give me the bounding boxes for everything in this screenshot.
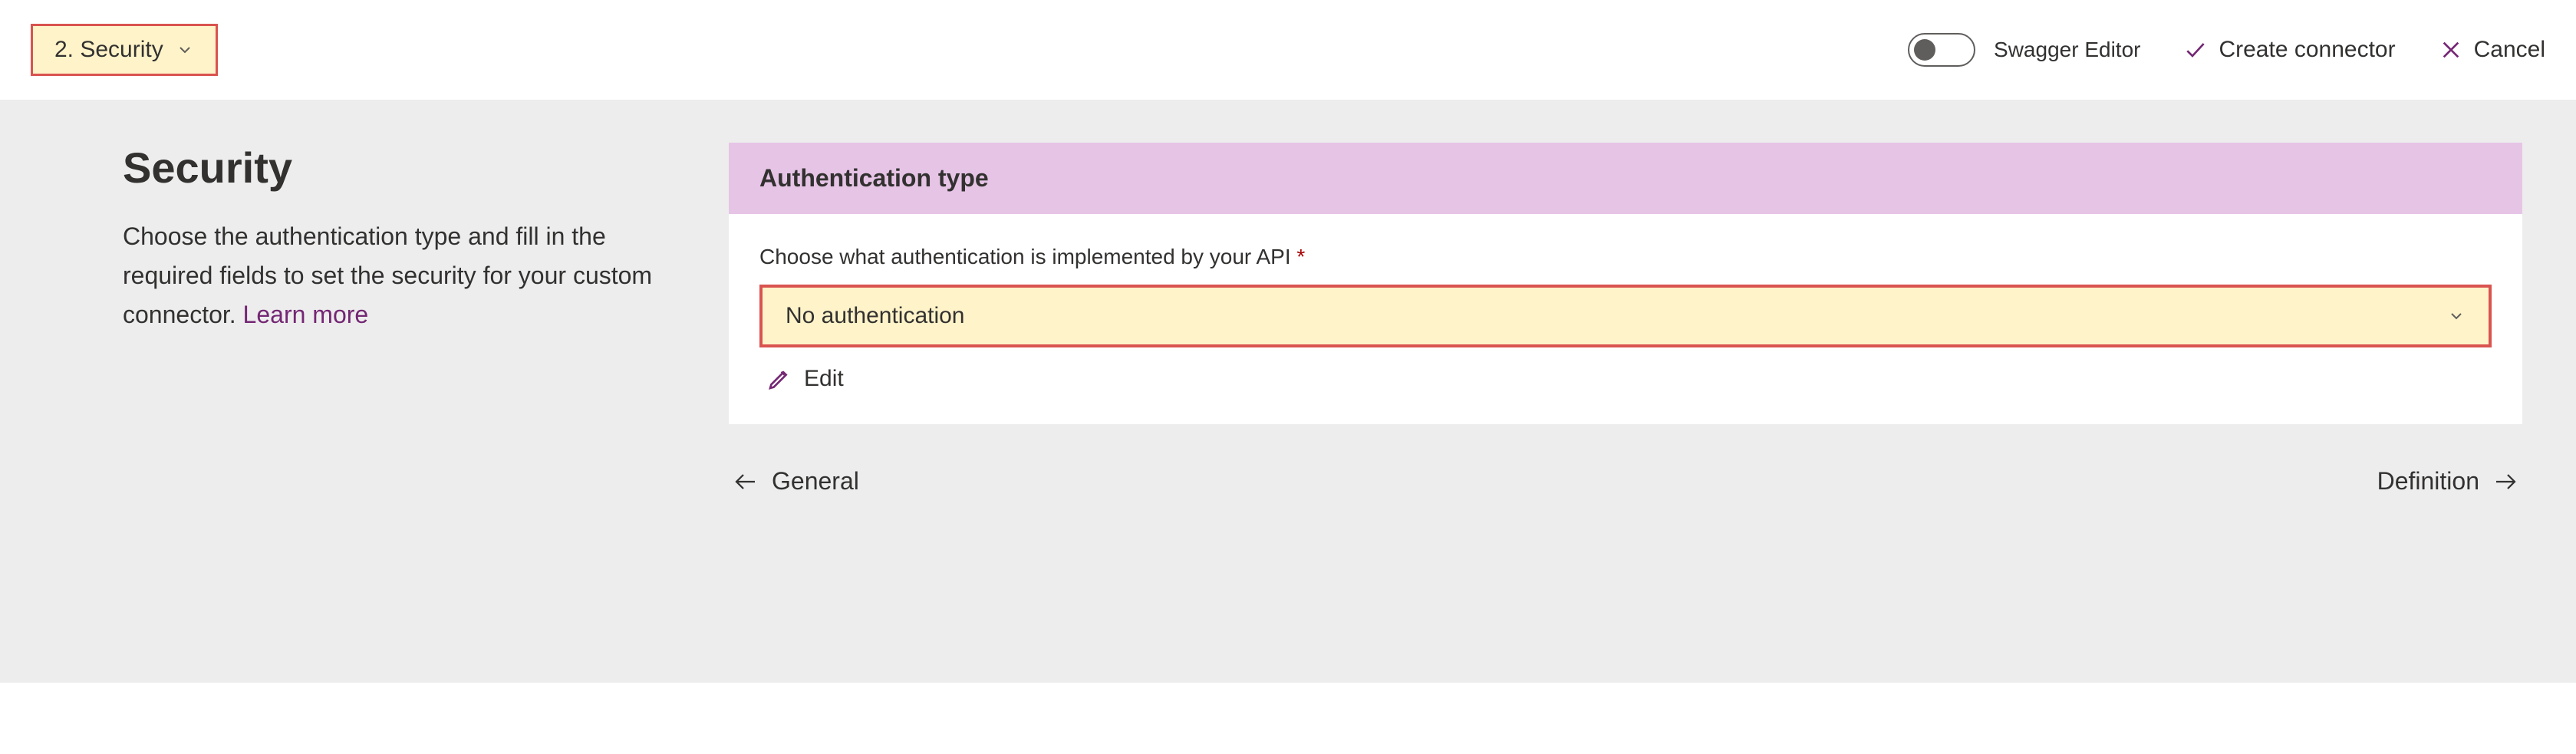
required-indicator: *: [1296, 245, 1305, 268]
top-bar: 2. Security Swagger Editor Create connec…: [0, 0, 2576, 100]
page-description: Choose the authentication type and fill …: [123, 217, 667, 335]
card-header: Authentication type: [729, 143, 2522, 214]
edit-button[interactable]: Edit: [767, 366, 844, 392]
step-dropdown-label: 2. Security: [54, 37, 163, 63]
toggle-thumb: [1914, 39, 1935, 61]
auth-field-label: Choose what authentication is implemente…: [759, 245, 2492, 269]
swagger-toggle[interactable]: Swagger Editor: [1908, 33, 2140, 67]
nav-next-label: Definition: [2377, 467, 2479, 496]
left-column: Security Choose the authentication type …: [54, 143, 667, 335]
arrow-left-icon: [732, 468, 759, 496]
nav-prev[interactable]: General: [732, 467, 859, 496]
cancel-button[interactable]: Cancel: [2439, 37, 2545, 63]
right-column: Authentication type Choose what authenti…: [729, 143, 2522, 496]
main-area: Security Choose the authentication type …: [0, 100, 2576, 683]
top-bar-right: Swagger Editor Create connector Cancel: [1908, 33, 2545, 67]
nav-prev-label: General: [772, 467, 859, 496]
cancel-button-label: Cancel: [2474, 37, 2545, 63]
create-connector-label: Create connector: [2219, 37, 2395, 63]
nav-next[interactable]: Definition: [2377, 467, 2519, 496]
chevron-down-icon: [176, 41, 194, 59]
auth-field-label-text: Choose what authentication is implemente…: [759, 245, 1291, 268]
step-dropdown[interactable]: 2. Security: [31, 24, 218, 76]
close-icon: [2439, 38, 2463, 62]
page-description-text: Choose the authentication type and fill …: [123, 222, 652, 328]
pencil-icon: [767, 367, 792, 391]
nav-row: General Definition: [729, 467, 2522, 496]
auth-type-dropdown[interactable]: No authentication: [759, 285, 2492, 347]
learn-more-link[interactable]: Learn more: [243, 301, 369, 328]
arrow-right-icon: [2492, 468, 2519, 496]
auth-type-selected: No authentication: [786, 303, 965, 329]
page-title: Security: [123, 143, 667, 193]
create-connector-button[interactable]: Create connector: [2183, 37, 2395, 63]
checkmark-icon: [2183, 38, 2208, 62]
main-grid: Security Choose the authentication type …: [54, 143, 2522, 496]
swagger-toggle-label: Swagger Editor: [1994, 38, 2140, 62]
toggle-track: [1908, 33, 1975, 67]
chevron-down-icon: [2447, 307, 2466, 325]
edit-button-label: Edit: [804, 366, 844, 392]
card-body: Choose what authentication is implemente…: [729, 214, 2522, 424]
top-bar-left: 2. Security: [31, 24, 218, 76]
